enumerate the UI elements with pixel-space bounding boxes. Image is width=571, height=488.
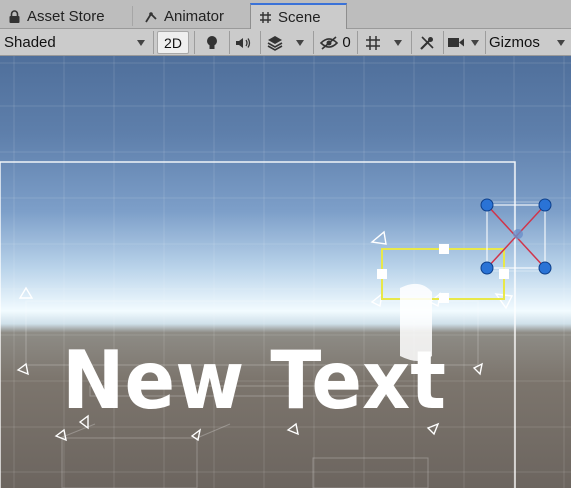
toolbar-divider (357, 31, 358, 54)
scene-viewport[interactable]: New Text (0, 56, 571, 488)
toolbar-divider (153, 31, 154, 54)
grid-dropdown[interactable] (388, 31, 408, 54)
speaker-icon (236, 37, 251, 48)
layers-icon (267, 35, 283, 51)
toolbar-divider (229, 31, 230, 54)
shading-mode-dropdown[interactable]: Shaded (0, 31, 150, 54)
chevron-down-icon (394, 39, 402, 46)
2d-mode-label: 2D (164, 34, 182, 51)
tab-asset-store-label: Asset Store (27, 8, 105, 25)
chevron-down-icon (137, 39, 145, 46)
toolbar-divider (194, 31, 195, 54)
hash-icon (260, 12, 271, 23)
effects-toggle-button[interactable] (263, 31, 287, 54)
text-overlay-glyph (400, 283, 432, 361)
gizmos-label: Gizmos (489, 34, 540, 51)
gizmos-dropdown[interactable]: Gizmos (486, 31, 571, 54)
tab-asset-store[interactable]: Asset Store (0, 4, 130, 29)
animator-icon (145, 11, 157, 22)
shading-mode-value: Shaded (4, 34, 56, 51)
toolbar-divider (411, 31, 412, 54)
tools-icon (420, 35, 434, 50)
toolbar-divider (260, 31, 261, 54)
camera-settings-button[interactable] (446, 31, 466, 54)
chevron-down-icon (296, 39, 304, 46)
lock-icon (9, 9, 20, 23)
tools-toggle-button[interactable] (414, 31, 440, 54)
chevron-down-icon (557, 39, 565, 46)
2d-mode-button[interactable]: 2D (157, 31, 189, 54)
scene-toolbar: Shaded 2D 0 Gizmos (0, 29, 571, 56)
camera-icon (448, 38, 464, 47)
scene-canvas: New Text (0, 56, 571, 488)
scene-text-object[interactable]: New Text (62, 334, 446, 427)
grid-icon (366, 35, 380, 50)
toolbar-divider (313, 31, 314, 54)
effects-dropdown[interactable] (290, 31, 310, 54)
tab-scene[interactable]: Scene (250, 3, 347, 30)
toolbar-divider (443, 31, 444, 54)
tab-animator[interactable]: Animator (136, 4, 246, 29)
tab-scene-label: Scene (278, 9, 321, 26)
eye-slash-icon (320, 35, 339, 50)
grid-toggle-button[interactable] (360, 31, 386, 54)
lightbulb-icon (207, 35, 217, 49)
audio-toggle-button[interactable] (232, 31, 256, 54)
tab-bar: Asset Store Animator Scene (0, 0, 571, 30)
chevron-down-icon (471, 39, 479, 46)
scene-visibility-toggle[interactable]: 0 (316, 31, 354, 54)
hidden-count: 0 (342, 34, 351, 51)
canvas-bounds (0, 161, 516, 488)
transform-gizmo[interactable] (480, 198, 552, 275)
tab-divider (132, 6, 133, 26)
tab-animator-label: Animator (164, 8, 225, 25)
lighting-toggle-button[interactable] (199, 31, 225, 54)
camera-dropdown[interactable] (466, 31, 484, 54)
